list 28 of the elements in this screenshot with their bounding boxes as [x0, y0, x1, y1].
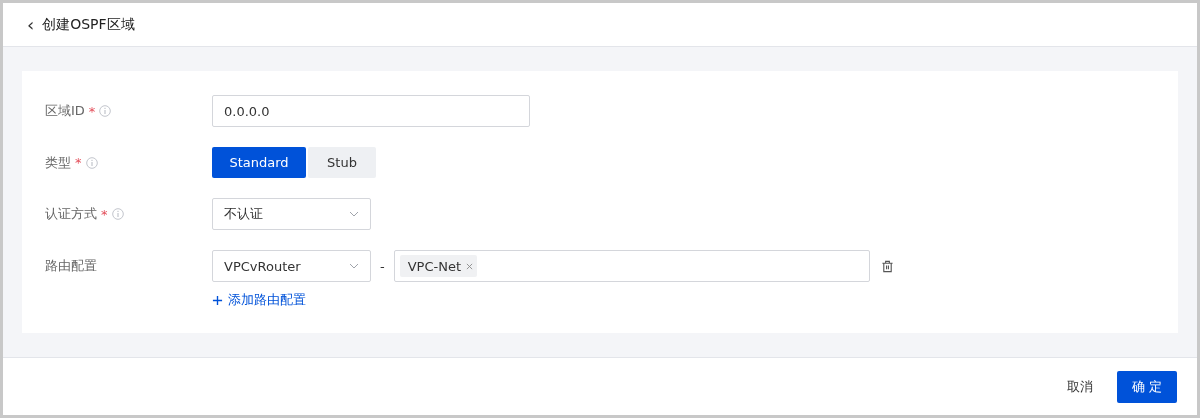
cancel-button[interactable]: 取消	[1063, 371, 1097, 403]
separator: -	[380, 258, 385, 274]
required-mark: *	[101, 206, 108, 222]
add-route-link[interactable]: 添加路由配置	[212, 291, 306, 309]
type-option[interactable]: Stub	[308, 147, 376, 178]
page-title: 创建OSPF区域	[42, 15, 135, 34]
required-mark: *	[75, 155, 82, 170]
plus-icon	[212, 294, 223, 306]
router-select[interactable]: VPCvRouter	[212, 250, 371, 282]
delete-icon[interactable]	[880, 259, 894, 273]
chevron-down-icon	[349, 263, 359, 269]
area-id-field[interactable]: 0.0.0.0	[212, 95, 530, 127]
info-icon[interactable]	[99, 105, 112, 117]
info-icon[interactable]	[85, 156, 98, 169]
field-label: 区域ID	[45, 102, 85, 120]
field-label: 路由配置	[45, 257, 97, 275]
type-option[interactable]: Standard	[212, 147, 306, 178]
close-icon[interactable]	[466, 262, 474, 270]
auth-select[interactable]: 不认证	[212, 198, 371, 230]
confirm-button[interactable]: 确 定	[1117, 371, 1177, 403]
tag-label: VPC-Net	[407, 258, 462, 274]
chevron-down-icon	[349, 211, 359, 217]
info-icon[interactable]	[111, 208, 124, 220]
back-icon[interactable]: ‹	[27, 15, 35, 34]
field-label: 类型	[45, 153, 71, 172]
network-select[interactable]: VPC-Net	[393, 250, 870, 282]
required-mark: *	[88, 103, 96, 119]
field-label: 认证方式	[45, 205, 97, 223]
